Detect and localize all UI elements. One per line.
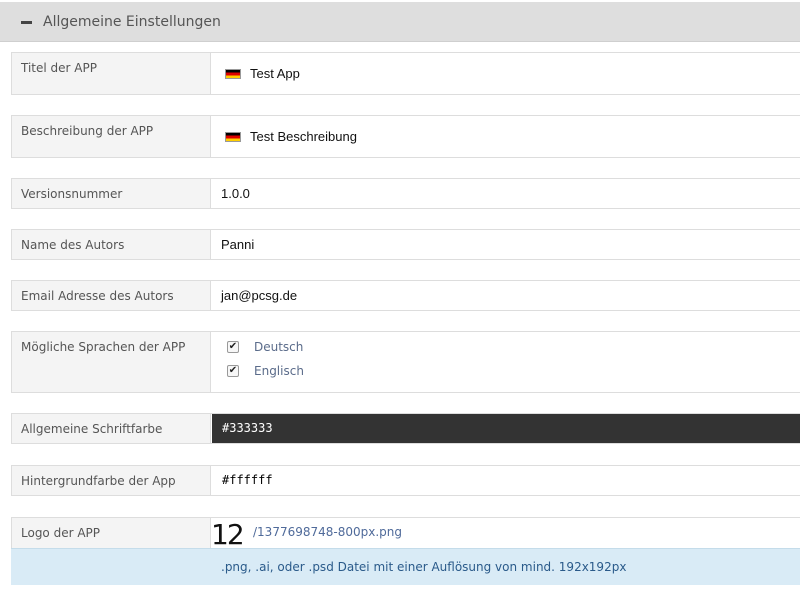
author-value: Panni [221,237,255,252]
checkbox-label-deutsch[interactable]: Deutsch [254,340,303,354]
logo-file-link[interactable]: /1377698748-800px.png [253,525,402,539]
field-row-version: Versionsnummer 1.0.0 [11,178,800,209]
field-row-logo: Logo der APP 12 /1377698748-800px.png [11,517,800,549]
font-color-input[interactable]: #333333 [211,414,800,443]
field-label: Beschreibung der APP [12,116,211,157]
background-color-value: #ffffff [222,473,273,487]
field-label: Allgemeine Schriftfarbe [12,414,211,443]
minus-icon[interactable] [21,21,32,24]
field-label: Logo der APP [12,518,211,549]
field-label: Versionsnummer [12,179,211,208]
field-label: Name des Autors [12,230,211,259]
field-label: Mögliche Sprachen der APP [12,332,211,392]
field-label: Hintergrundfarbe der App [12,466,211,495]
field-row-email: Email Adresse des Autors jan@pcsg.de [11,280,800,311]
description-input[interactable]: Test Beschreibung [211,116,800,157]
section-title: Allgemeine Einstellungen [43,14,221,30]
description-value: Test Beschreibung [250,129,357,144]
field-row-description: Beschreibung der APP Test Beschreibung [11,115,800,158]
font-color-swatch[interactable]: #333333 [212,414,800,443]
section-header[interactable]: Allgemeine Einstellungen [0,2,800,42]
author-input[interactable]: Panni [211,230,800,259]
title-value: Test App [250,66,300,81]
field-row-author: Name des Autors Panni [11,229,800,260]
checkbox-englisch[interactable]: ✔ [227,365,239,377]
logo-thumbnail: 12 [211,518,245,548]
logo-upload[interactable]: 12 /1377698748-800px.png [211,518,800,549]
logo-hint-text: .png, .ai, oder .psd Datei mit einer Auf… [221,560,627,574]
field-row-title: Titel der APP Test App [11,52,800,95]
german-flag-icon [225,69,241,79]
email-value: jan@pcsg.de [221,288,298,303]
version-value: 1.0.0 [221,186,250,201]
field-row-font-color: Allgemeine Schriftfarbe #333333 [11,413,800,444]
field-label: Email Adresse des Autors [12,281,211,310]
email-input[interactable]: jan@pcsg.de [211,281,800,310]
checkbox-deutsch[interactable]: ✔ [227,341,239,353]
field-label: Titel der APP [12,53,211,94]
languages-options: ✔ Deutsch ✔ Englisch [211,332,800,392]
version-input[interactable]: 1.0.0 [211,179,800,208]
checkbox-label-englisch[interactable]: Englisch [254,364,304,378]
field-row-background-color: Hintergrundfarbe der App #ffffff [11,465,800,496]
font-color-value: #333333 [222,421,273,435]
german-flag-icon [225,132,241,142]
title-input[interactable]: Test App [211,53,800,94]
field-row-languages: Mögliche Sprachen der APP ✔ Deutsch ✔ En… [11,331,800,393]
background-color-input[interactable]: #ffffff [211,466,800,495]
logo-hint: .png, .ai, oder .psd Datei mit einer Auf… [11,548,800,585]
background-color-swatch[interactable]: #ffffff [212,466,800,495]
